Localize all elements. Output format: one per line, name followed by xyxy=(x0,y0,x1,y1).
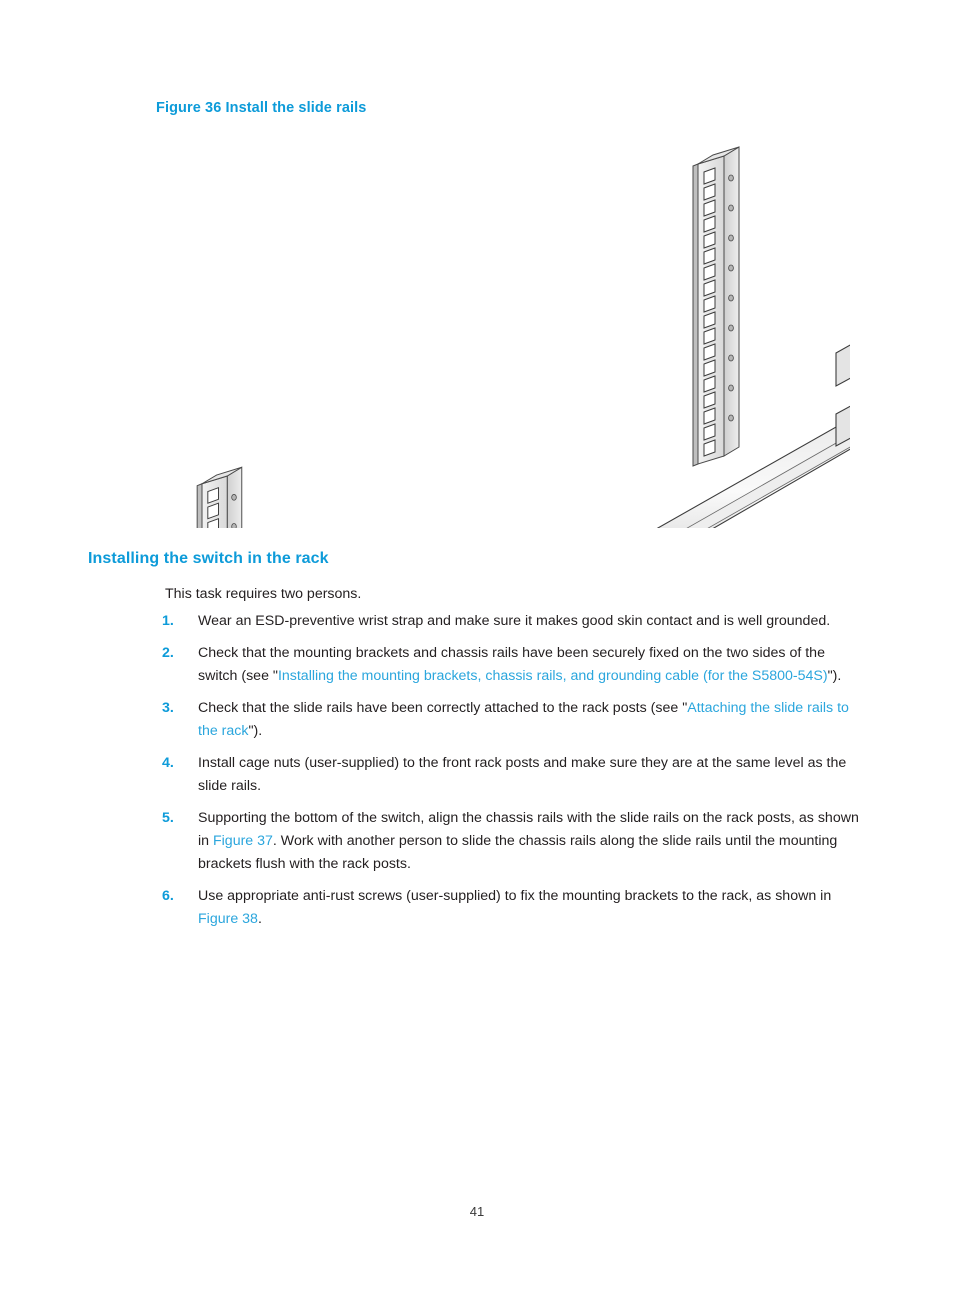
list-item: 4. Install cage nuts (user-supplied) to … xyxy=(162,752,868,798)
page-number: 41 xyxy=(469,1204,485,1219)
rack-post-middle-front xyxy=(692,146,740,467)
step-text-run: Use appropriate anti-rust screws (user-s… xyxy=(198,888,832,904)
list-item: 5. Supporting the bottom of the switch, … xyxy=(162,807,868,876)
page-title: Installing the switch in the rack xyxy=(88,550,329,567)
document-page: Figure 36 Install the slide rails Instal… xyxy=(0,0,954,1294)
cross-reference-link[interactable]: Figure 38 xyxy=(198,911,258,927)
step-text: Wear an ESD-preventive wrist strap and m… xyxy=(198,610,868,633)
step-text: Check that the slide rails have been cor… xyxy=(198,697,868,743)
step-text: Supporting the bottom of the switch, ali… xyxy=(198,807,868,876)
step-text-run: . xyxy=(257,911,262,927)
intro-paragraph: This task requires two persons. xyxy=(165,586,362,602)
step-number: 3. xyxy=(162,700,174,716)
list-item: 6. Use appropriate anti-rust screws (use… xyxy=(162,885,868,931)
rack-post-left xyxy=(196,466,243,528)
list-item: 1. Wear an ESD-preventive wrist strap an… xyxy=(162,610,868,633)
step-number: 6. xyxy=(162,888,174,904)
cross-reference-link[interactable]: Installing the mounting brackets, chassi… xyxy=(278,668,828,684)
step-text-run: "). xyxy=(248,723,263,739)
step-number: 1. xyxy=(162,613,174,629)
slide-rail-front-bracket xyxy=(835,344,850,447)
step-number: 4. xyxy=(162,755,174,771)
step-text-run: . Work with another person to slide the … xyxy=(198,833,838,872)
step-number: 2. xyxy=(162,645,174,661)
step-text-run: Install cage nuts (user-supplied) to the… xyxy=(198,755,847,794)
step-text-run: Wear an ESD-preventive wrist strap and m… xyxy=(198,613,831,629)
step-text: Install cage nuts (user-supplied) to the… xyxy=(198,752,868,798)
step-text-run: "). xyxy=(827,668,842,684)
step-text: Use appropriate anti-rust screws (user-s… xyxy=(198,885,868,931)
step-number: 5. xyxy=(162,810,174,826)
list-item: 2. Check that the mounting brackets and … xyxy=(162,642,868,688)
step-text: Check that the mounting brackets and cha… xyxy=(198,642,868,688)
list-item: 3. Check that the slide rails have been … xyxy=(162,697,868,743)
procedure-step-list: 1. Wear an ESD-preventive wrist strap an… xyxy=(162,610,868,940)
figure-caption: Figure 36 Install the slide rails xyxy=(156,100,367,116)
cross-reference-link[interactable]: Figure 37 xyxy=(213,833,273,849)
figure-illustration xyxy=(150,128,850,528)
step-text-run: Check that the slide rails have been cor… xyxy=(198,700,688,716)
